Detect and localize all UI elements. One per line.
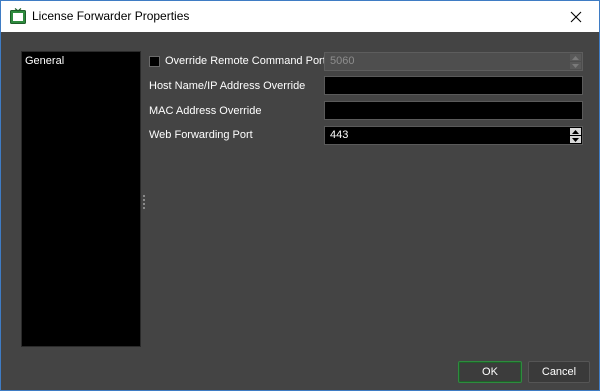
panel-splitter[interactable] xyxy=(142,195,146,209)
override-remote-command-port-checkbox[interactable] xyxy=(149,56,160,67)
category-item-general[interactable]: General xyxy=(25,55,64,67)
ok-button[interactable]: OK xyxy=(458,361,522,383)
host-name-override-input[interactable] xyxy=(324,76,583,95)
remote-command-port-stepper[interactable] xyxy=(570,54,581,69)
mac-address-override-label: MAC Address Override xyxy=(149,105,262,117)
web-forwarding-port-label: Web Forwarding Port xyxy=(149,129,253,141)
remote-command-port-value: 5060 xyxy=(330,55,355,67)
spin-down-icon[interactable] xyxy=(570,136,581,143)
tv-icon xyxy=(10,8,26,24)
spin-down-icon[interactable] xyxy=(570,62,581,69)
web-forwarding-port-value: 443 xyxy=(330,129,349,141)
close-button[interactable] xyxy=(553,1,599,32)
host-name-override-label: Host Name/IP Address Override xyxy=(149,80,306,92)
spin-up-icon[interactable] xyxy=(570,128,581,135)
spin-up-icon[interactable] xyxy=(570,54,581,61)
dialog-content: General Override Remote Command Port 506… xyxy=(1,32,599,390)
web-forwarding-port-stepper[interactable] xyxy=(570,128,581,143)
close-icon xyxy=(570,11,582,22)
properties-dialog: License Forwarder Properties General Ove… xyxy=(0,0,600,391)
mac-address-override-input[interactable] xyxy=(324,101,583,120)
web-forwarding-port-spinbox[interactable]: 443 xyxy=(324,126,583,145)
cancel-button[interactable]: Cancel xyxy=(528,361,590,383)
title-bar[interactable]: License Forwarder Properties xyxy=(1,1,599,32)
category-list[interactable]: General xyxy=(21,51,141,347)
override-remote-command-port-label: Override Remote Command Port xyxy=(165,55,326,67)
window-title: License Forwarder Properties xyxy=(32,9,190,23)
remote-command-port-spinbox[interactable]: 5060 xyxy=(324,52,583,71)
